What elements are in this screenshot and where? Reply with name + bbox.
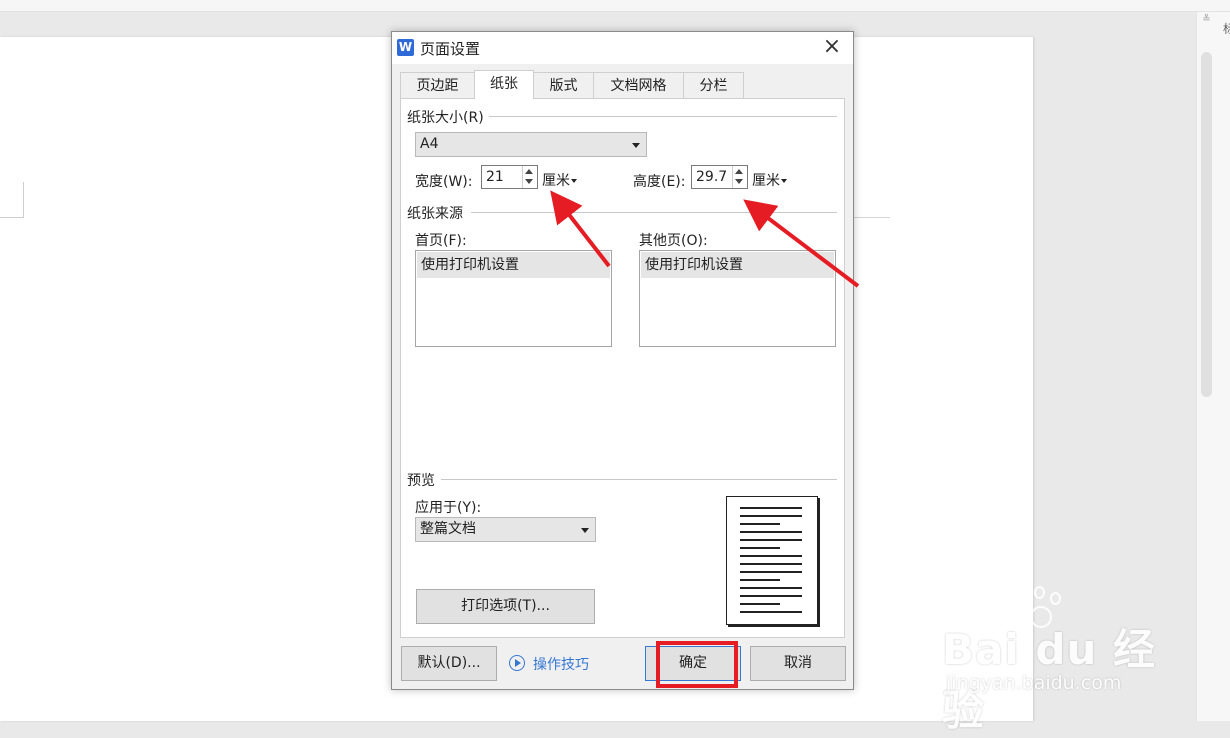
height-value[interactable]: 29.7: [696, 169, 727, 185]
page-preview-thumbnail: [726, 496, 818, 625]
tab-margins[interactable]: 页边距: [400, 72, 475, 98]
first-page-tray-list[interactable]: 使用打印机设置: [415, 250, 612, 347]
spin-up-icon[interactable]: [525, 169, 533, 174]
tab-layout[interactable]: 版式: [533, 72, 594, 98]
vertical-scrollbar-thumb[interactable]: [1201, 52, 1212, 397]
spin-down-icon[interactable]: [735, 179, 743, 184]
tab-paper[interactable]: 纸张: [474, 70, 534, 99]
right-sidebar: ≚ 标: [1196, 12, 1230, 721]
ok-highlight-annotation: [656, 641, 738, 688]
preview-divider: [441, 479, 837, 480]
print-options-button[interactable]: 打印选项(T)...: [416, 589, 595, 624]
wps-writer-icon: W: [397, 39, 414, 56]
list-item[interactable]: 使用打印机设置: [641, 252, 834, 278]
apply-to-select[interactable]: 整篇文档: [415, 517, 596, 542]
height-stepper[interactable]: 29.7: [691, 165, 748, 189]
spin-down-icon[interactable]: [525, 179, 533, 184]
default-button[interactable]: 默认(D)...: [401, 646, 497, 681]
paper-size-divider: [489, 116, 837, 117]
height-label: 高度(E):: [633, 174, 686, 190]
cancel-button[interactable]: 取消: [750, 646, 846, 681]
tips-link[interactable]: 操作技巧: [533, 654, 589, 674]
paper-size-select[interactable]: A4: [415, 132, 647, 157]
height-unit-select[interactable]: 厘米: [752, 170, 787, 190]
unit-dropdown-icon: [781, 179, 787, 183]
width-spin-buttons: [522, 166, 537, 188]
spin-up-icon[interactable]: [735, 169, 743, 174]
preview-group-label: 预览: [407, 470, 439, 490]
height-spin-buttons: [732, 166, 747, 188]
chevron-down-icon: [581, 528, 589, 533]
paper-source-group-label: 纸张来源: [407, 203, 467, 223]
apply-to-label: 应用于(Y):: [415, 500, 482, 516]
dialog-titlebar[interactable]: W 页面设置 ×: [392, 32, 853, 64]
width-label: 宽度(W):: [415, 174, 473, 190]
paper-size-value: A4: [420, 136, 439, 152]
paper-size-group-label: 纸张大小(R): [407, 107, 488, 127]
paper-tab-panel: 纸张大小(R) A4 宽度(W): 21 厘米 高度(E): 29.7 厘米 纸…: [400, 98, 845, 638]
list-item[interactable]: 使用打印机设置: [417, 252, 610, 278]
chevron-down-icon: [632, 143, 640, 148]
tab-document-grid[interactable]: 文档网格: [593, 72, 684, 98]
paper-source-divider: [471, 212, 837, 213]
page-margin-corner-marker: [0, 182, 24, 218]
height-unit: 厘米: [752, 173, 780, 189]
width-unit: 厘米: [542, 173, 570, 189]
sidebar-partial-label: 标: [1223, 22, 1230, 36]
tab-columns[interactable]: 分栏: [683, 72, 744, 98]
width-value[interactable]: 21: [486, 169, 504, 185]
width-unit-select[interactable]: 厘米: [542, 170, 577, 190]
width-stepper[interactable]: 21: [481, 165, 538, 189]
first-page-label: 首页(F):: [415, 233, 467, 249]
close-icon[interactable]: ×: [820, 36, 844, 60]
page-setup-dialog: W 页面设置 × 页边距 纸张 版式 文档网格 分栏 纸张大小(R) A4 宽度…: [391, 31, 854, 690]
other-pages-tray-list[interactable]: 使用打印机设置: [639, 250, 836, 347]
top-toolbar-strip: [0, 0, 1230, 12]
baidu-jingyan-watermark: Bai du 经验 jingyan.baidu.com: [942, 586, 1172, 735]
watermark-url: jingyan.baidu.com: [946, 672, 1122, 694]
apply-to-value: 整篇文档: [420, 521, 476, 537]
other-pages-label: 其他页(O):: [639, 233, 708, 249]
dialog-title: 页面设置: [420, 40, 481, 58]
unit-dropdown-icon: [571, 179, 577, 183]
play-circle-icon[interactable]: [509, 655, 525, 671]
sidebar-collapse-icon[interactable]: ≚: [1201, 14, 1212, 25]
